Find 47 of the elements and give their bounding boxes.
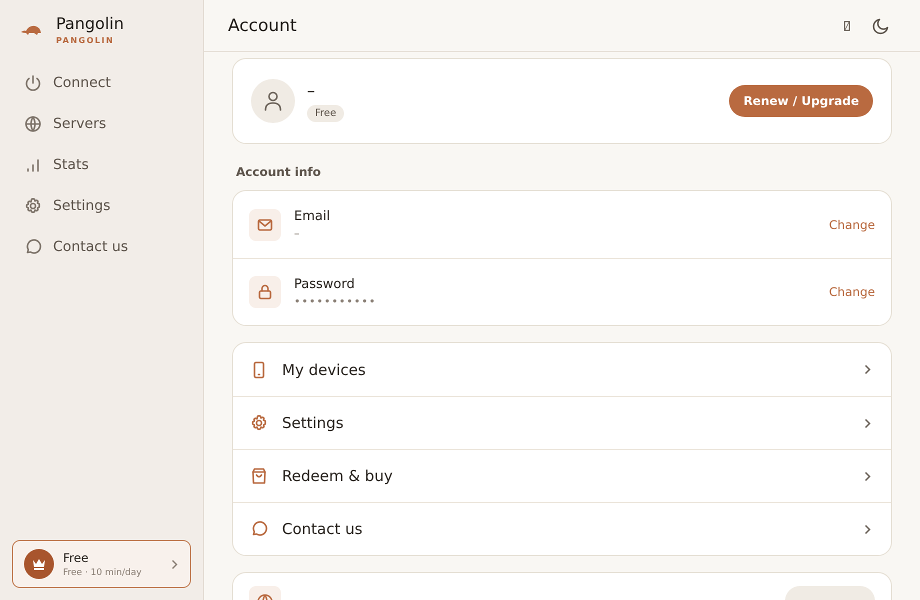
nav-item[interactable]: Settings xyxy=(12,188,191,224)
chevron-right-icon xyxy=(864,524,871,534)
section-heading: Account info xyxy=(235,164,322,181)
field-value: ••••••••••• xyxy=(294,294,378,308)
field-value: – xyxy=(294,227,302,240)
change-link[interactable]: Change xyxy=(829,218,875,232)
settings-icon xyxy=(24,197,42,215)
pangolin-logo-icon xyxy=(20,24,42,36)
nav-item[interactable]: Servers xyxy=(12,106,191,142)
avatar-icon xyxy=(251,79,295,123)
chevron-right-icon xyxy=(171,558,178,570)
plan-title: Free xyxy=(63,550,90,564)
lock-icon xyxy=(256,283,274,301)
moon-icon[interactable] xyxy=(872,16,890,34)
menu-label: My devices xyxy=(282,360,367,378)
shopping-bag-icon xyxy=(250,467,268,485)
plan-card[interactable]: Free Free · 10 min/day xyxy=(12,540,191,588)
field-label: Email xyxy=(294,209,332,224)
plan-badge: Free xyxy=(307,104,344,122)
app-subtitle: PANGOLIN xyxy=(56,36,116,45)
menu-label: Redeem & buy xyxy=(282,467,394,485)
change-link[interactable]: Change xyxy=(829,285,875,299)
nav-item[interactable]: Connect xyxy=(12,65,191,101)
app-name: Pangolin xyxy=(56,14,124,33)
renew-upgrade-button[interactable]: Renew / Upgrade xyxy=(729,85,873,117)
chevron-right-icon xyxy=(864,470,871,482)
menu-row[interactable]: Settings xyxy=(233,396,891,449)
menu-row[interactable]: My devices xyxy=(233,343,891,396)
nav-item[interactable]: Contact us xyxy=(12,229,191,265)
menu-label: Settings xyxy=(282,414,345,432)
globe-icon xyxy=(24,115,42,133)
page-title: Account xyxy=(228,16,298,36)
settings-icon xyxy=(250,414,268,432)
user-name: – xyxy=(307,80,315,100)
field-label: Password xyxy=(294,276,356,292)
rectangle-icon[interactable] xyxy=(844,20,850,30)
nav-item[interactable]: Stats xyxy=(12,147,191,183)
chevron-right-icon xyxy=(864,418,871,428)
power-icon xyxy=(24,74,42,92)
chat-bubble-icon xyxy=(250,520,268,538)
menu-label: Contact us xyxy=(282,520,364,538)
chevron-right-icon xyxy=(864,364,871,375)
plan-detail: Free · 10 min/day xyxy=(63,568,143,578)
menu-row[interactable]: Contact us xyxy=(233,502,891,555)
chat-bubble-icon xyxy=(24,238,42,256)
menu-row[interactable]: Redeem & buy xyxy=(233,449,891,502)
crown-icon xyxy=(24,549,54,579)
